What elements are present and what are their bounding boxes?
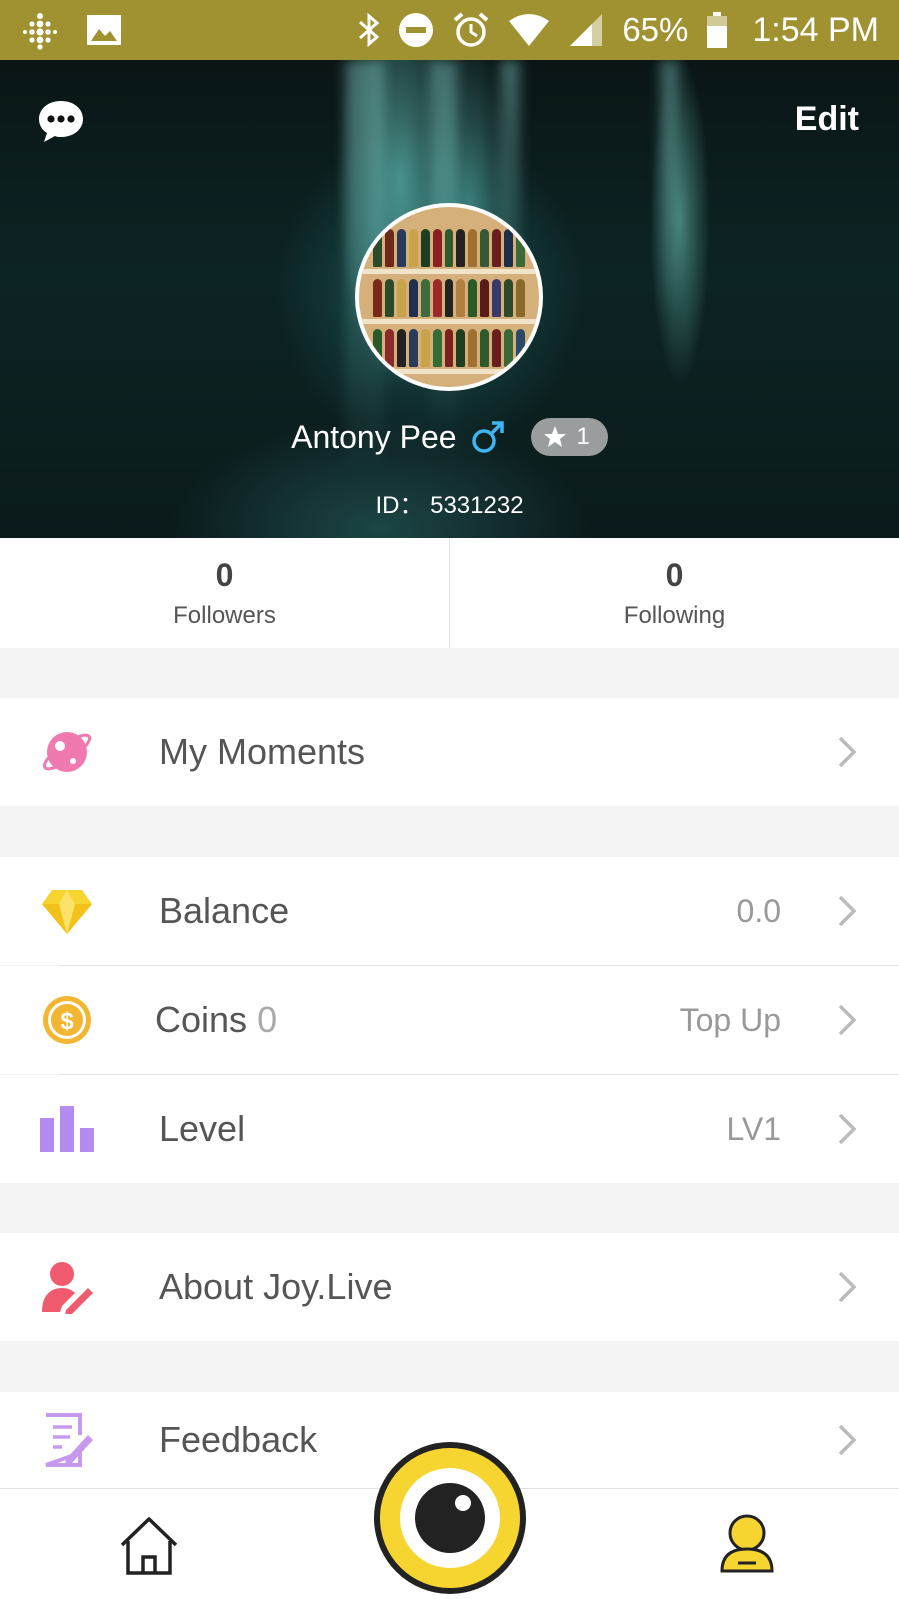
menu-label-level: Level [159, 1108, 246, 1149]
bar-chart-icon [40, 1106, 94, 1152]
name-row: Antony Pee 1 [0, 418, 899, 456]
menu-item-coins[interactable]: $ Coins 0 Top Up [0, 966, 899, 1074]
chevron-right-icon [838, 1113, 857, 1145]
followers-label: Followers [173, 601, 276, 629]
menu-label-coins: Coins 0 [155, 999, 277, 1041]
chevron-right-icon [838, 1424, 857, 1456]
wifi-icon [509, 14, 550, 46]
following-count: 0 [665, 556, 684, 593]
avatar[interactable] [355, 203, 543, 391]
chevron-right-icon [838, 1004, 857, 1036]
chevron-right-icon [838, 895, 857, 927]
followers-stat[interactable]: 0 Followers [0, 538, 449, 648]
followers-count: 0 [215, 556, 234, 593]
chevron-right-icon [838, 1271, 857, 1303]
coins-count: 0 [257, 999, 278, 1040]
male-gender-icon [471, 421, 504, 453]
menu-label-my-moments: My Moments [159, 731, 366, 772]
user-edit-icon [42, 1262, 93, 1314]
chevron-right-icon [838, 736, 857, 768]
level-badge-value: 1 [576, 423, 590, 450]
image-icon [87, 15, 121, 45]
level-value: LV1 [726, 1110, 781, 1147]
following-stat[interactable]: 0 Following [449, 538, 899, 648]
star-icon [543, 426, 566, 447]
go-live-button[interactable] [374, 1442, 526, 1594]
menu-label-feedback: Feedback [159, 1419, 318, 1460]
alarm-icon [454, 12, 489, 47]
feedback-icon [45, 1413, 93, 1467]
edit-button[interactable]: Edit [795, 100, 859, 139]
bluetooth-icon [359, 12, 380, 48]
following-label: Following [623, 601, 726, 629]
menu-label-balance: Balance [159, 890, 290, 931]
status-bar: 65% 1:54 PM [0, 0, 899, 60]
profile-icon[interactable] [718, 1513, 776, 1577]
svg-text:$: $ [60, 1008, 74, 1035]
fitbit-icon [23, 13, 57, 50]
battery-icon [707, 12, 728, 48]
profile-header: Edit Antony Pee 1 ID： 5331232 [0, 60, 899, 538]
home-icon[interactable] [118, 1515, 180, 1577]
menu-item-level[interactable]: Level LV1 [0, 1075, 899, 1183]
level-badge: 1 [530, 418, 608, 456]
user-name: Antony Pee [291, 418, 457, 455]
battery-percentage: 65% [622, 11, 689, 48]
menu-item-about[interactable]: About Joy.Live [0, 1233, 899, 1341]
top-up-link[interactable]: Top Up [680, 1002, 781, 1039]
stats-bar: 0 Followers 0 Following [0, 538, 899, 648]
status-time: 1:54 PM [752, 10, 879, 49]
menu-item-my-moments[interactable]: My Moments [0, 698, 899, 806]
live-eye-icon [400, 1468, 500, 1568]
signal-icon [570, 14, 603, 46]
diamond-icon [42, 890, 92, 934]
menu-item-balance[interactable]: Balance 0.0 [0, 857, 899, 965]
menu-label-about: About Joy.Live [159, 1266, 393, 1307]
coin-icon: $ [43, 996, 91, 1044]
planet-icon [42, 732, 92, 772]
user-id: ID： 5331232 [375, 492, 524, 519]
coins-label: Coins [155, 999, 248, 1040]
balance-value: 0.0 [736, 892, 781, 929]
do-not-disturb-icon [399, 13, 434, 47]
chat-icon[interactable] [36, 96, 86, 146]
